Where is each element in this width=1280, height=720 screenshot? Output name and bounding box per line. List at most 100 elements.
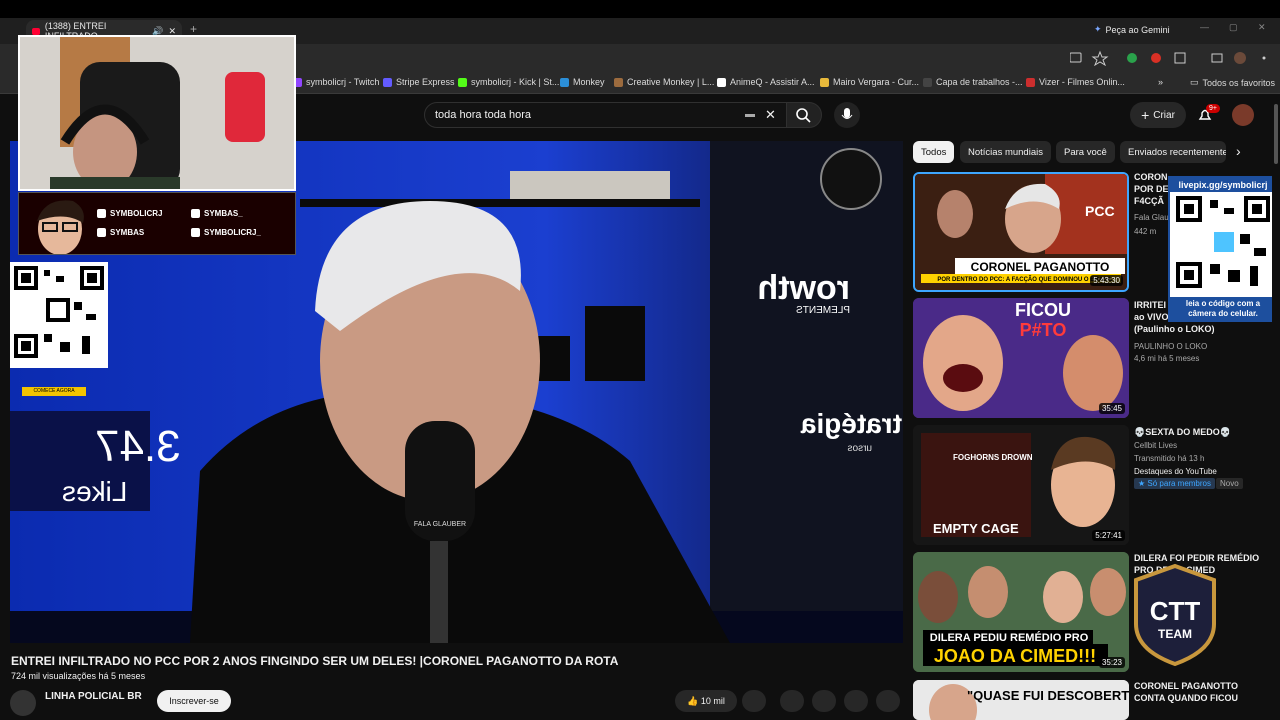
bookmark-favicon-icon: [1026, 77, 1035, 87]
bookmark-item[interactable]: Stripe Express: [383, 77, 455, 87]
books: [510, 171, 670, 199]
more-actions-button[interactable]: [876, 690, 900, 712]
youtube-favicon-icon: [32, 27, 40, 35]
chip-recently-uploaded[interactable]: Enviados recentemente: [1120, 141, 1226, 163]
qr-right-caption: leia o código com a câmera do celular.: [1170, 297, 1276, 321]
bookmark-item[interactable]: Mairo Vergara - Cur...: [820, 77, 919, 87]
new-tab-icon[interactable]: +: [190, 22, 197, 36]
thumb-face: [918, 571, 958, 623]
all-bookmarks[interactable]: ▭ Todos os favoritos: [1190, 77, 1275, 88]
right-wall-panel: [710, 141, 903, 643]
thumb-title-2: P#TO: [1020, 320, 1067, 340]
search-icon: [796, 108, 811, 123]
gemini-icon: ✦: [1094, 24, 1102, 34]
twitch-handle: SYMBOLICRJ: [97, 209, 162, 218]
related-thumbnail-5[interactable]: "QUASE FUI DESCOBERTO: [913, 680, 1129, 720]
clip-button[interactable]: [812, 690, 836, 712]
more-bookmarks-icon[interactable]: »: [1158, 77, 1163, 87]
duration-badge: 5:27:41: [1092, 530, 1125, 541]
like-button[interactable]: 👍 10 mil: [675, 690, 737, 712]
bookmark-item[interactable]: Creative Monkey | L...: [614, 77, 714, 87]
dislike-button[interactable]: [742, 690, 766, 712]
related-channel-3: Cellbit Lives: [1134, 441, 1178, 450]
youtube-handle: SYMBAS: [97, 228, 144, 237]
qr-code-icon: [10, 262, 108, 368]
search-input[interactable]: toda hora toda hora ▬ ✕: [424, 102, 788, 128]
thumb-image: EMPTY CAGE FOGHORNS DROWN: [913, 425, 1129, 545]
folder-icon: ▭: [1190, 77, 1199, 87]
related-stats-2: 4,6 mi há 5 meses: [1134, 354, 1200, 363]
bookmark-favicon-icon: [383, 77, 392, 87]
duration-badge: 35:45: [1098, 403, 1125, 414]
streamer-shirt: [50, 177, 180, 189]
cartoon-avatar-icon: [37, 200, 84, 254]
page-scrollbar[interactable]: [1272, 96, 1280, 700]
create-button[interactable]: + Criar: [1130, 102, 1186, 128]
video-meta: 724 mil visualizações há 5 meses: [11, 671, 146, 681]
save-button[interactable]: [844, 690, 868, 712]
ctt-team-logo: CTT TEAM: [1128, 562, 1222, 667]
related-stats-1: 442 m: [1134, 227, 1157, 236]
close-window-icon[interactable]: ✕: [1258, 22, 1266, 33]
bookmark-favicon-icon: [820, 77, 829, 87]
plus-icon: +: [1141, 107, 1150, 123]
bookmark-item[interactable]: symbolicrj - Kick | St...: [458, 77, 559, 87]
bookmark-item[interactable]: symbolicrj - Twitch: [293, 77, 379, 87]
thumb-image: FICOU P#TO: [913, 298, 1129, 418]
subscribe-button[interactable]: Inscrever-se: [157, 690, 231, 712]
mug: [535, 336, 570, 381]
minimize-icon[interactable]: —: [1200, 22, 1209, 32]
thumb-face: [923, 315, 1003, 411]
related-thumbnail-3[interactable]: EMPTY CAGE FOGHORNS DROWN 5:27:41: [913, 425, 1129, 545]
chip-for-you[interactable]: Para você: [1056, 141, 1115, 163]
chips-next-icon[interactable]: ›: [1236, 143, 1241, 159]
search-button[interactable]: [786, 102, 822, 128]
clear-search-icon[interactable]: ✕: [765, 107, 776, 123]
related-title-5[interactable]: CORONEL PAGANOTTO CONTA QUANDO FICOU: [1134, 680, 1274, 704]
share-button[interactable]: [780, 690, 804, 712]
related-thumbnail-1[interactable]: PCC CORONEL PAGANOTTO POR DENTRO DO PCC:…: [913, 172, 1129, 292]
extension-green-icon: [1127, 53, 1137, 63]
bookmark-item[interactable]: Capa de trabalhos -...: [923, 77, 1023, 87]
keyboard-icon[interactable]: ▬: [745, 109, 755, 120]
thumb-title: CORONEL PAGANOTTO: [971, 260, 1110, 274]
chip-world-news[interactable]: Notícias mundiais: [960, 141, 1051, 163]
media-icon: [1211, 53, 1223, 63]
scrollbar-thumb[interactable]: [1274, 104, 1278, 164]
instagram-handle: SYMBOLICRJ_: [191, 228, 261, 237]
thumb-face-4: [1090, 568, 1126, 616]
ctt-logo-icon: CTT TEAM: [1134, 563, 1216, 667]
sign-number: 3.47: [95, 422, 181, 471]
extension-red-icon: [1151, 53, 1161, 63]
thumb-image: "QUASE FUI DESCOBERTO: [913, 680, 1129, 720]
related-thumbnail-4[interactable]: DILERA PEDIU REMÉDIO PRO JOAO DA CIMED!!…: [913, 552, 1129, 672]
gemini-button[interactable]: ✦ Peça ao Gemini: [1094, 24, 1170, 35]
bookmark-favicon-icon: [614, 77, 623, 87]
related-channel-2: PAULINHO O LOKO: [1134, 342, 1208, 351]
bookmark-item[interactable]: Vizer - Filmes Onlin...: [1026, 77, 1125, 87]
thumb-face-2: [1063, 335, 1123, 411]
new-badge: Novo: [1216, 478, 1243, 489]
channel-avatar[interactable]: [10, 690, 36, 716]
bookmark-item[interactable]: AnimeQ - Assistir A...: [717, 77, 815, 87]
related-thumbnail-2[interactable]: FICOU P#TO 35:45: [913, 298, 1129, 418]
chip-all[interactable]: Todos: [913, 141, 955, 163]
related-title-3[interactable]: 💀SEXTA DO MEDO💀: [1134, 426, 1274, 438]
maximize-icon[interactable]: ▢: [1229, 22, 1238, 33]
user-avatar[interactable]: [1232, 104, 1254, 126]
red-light: [225, 72, 265, 142]
thumb-title: EMPTY CAGE: [933, 521, 1019, 536]
sign-growth-sub: PLEMENTS: [796, 305, 850, 316]
notification-badge: 9+: [1206, 104, 1220, 113]
menu-icon: [1262, 56, 1266, 60]
thumbs-up-icon: 👍: [687, 695, 701, 706]
instagram-icon: [191, 228, 200, 237]
channel-name[interactable]: LINHA POLICIAL BR: [45, 691, 142, 702]
toolbar-icons: [1070, 50, 1266, 66]
bookmark-item[interactable]: Monkey: [560, 77, 605, 87]
star-icon: ★: [1138, 479, 1148, 488]
thumb-image: DILERA PEDIU REMÉDIO PRO JOAO DA CIMED!!…: [913, 552, 1129, 672]
sign-cursos: ursos: [848, 443, 872, 454]
voice-search-button[interactable]: [834, 102, 860, 128]
mic-label: FALA GLAUBER: [414, 521, 466, 528]
